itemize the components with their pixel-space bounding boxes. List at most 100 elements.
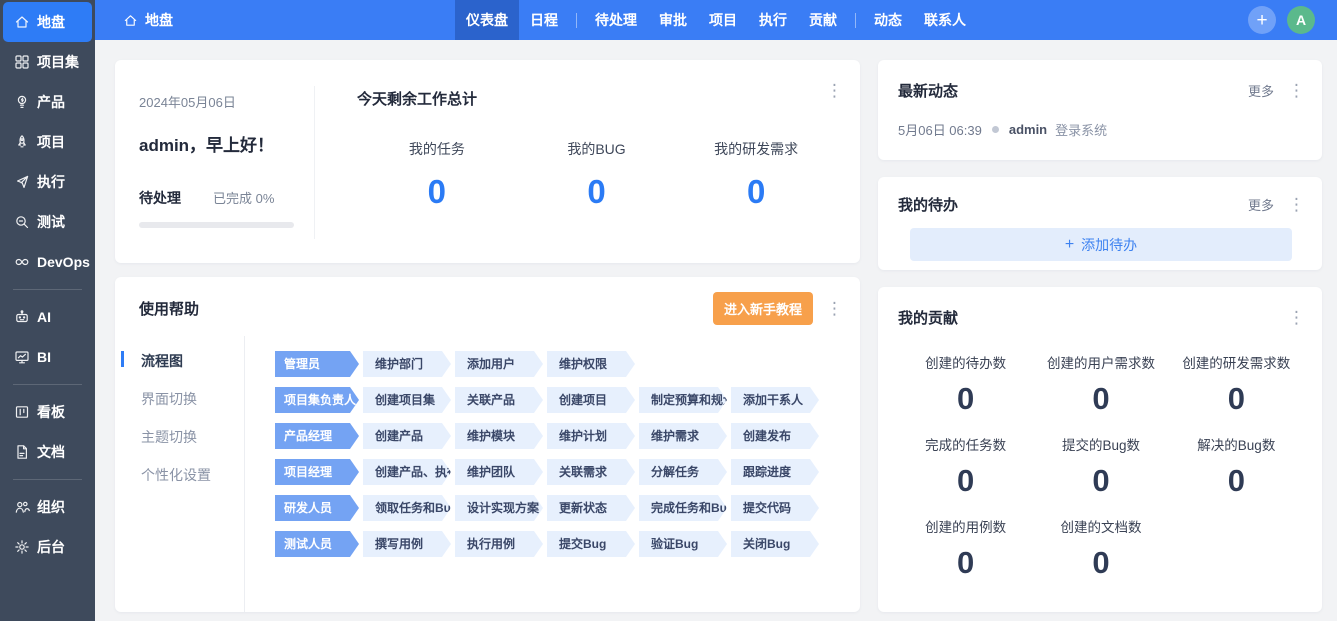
sidebar-item-label: 项目 bbox=[37, 132, 65, 152]
main-area: 地盘 仪表盘日程待处理审批项目执行贡献动态联系人 + A ⋮ 2024年05月0… bbox=[95, 0, 1337, 621]
flow-step[interactable]: 创建项目集 bbox=[363, 387, 451, 413]
sidebar-item-execution[interactable]: 执行 bbox=[3, 162, 92, 202]
contribution-metric-label: 提交的Bug数 bbox=[1033, 434, 1168, 454]
top-tab-execution[interactable]: 执行 bbox=[748, 0, 798, 40]
topbar-tabs: 仪表盘日程待处理审批项目执行贡献动态联系人 bbox=[455, 0, 977, 40]
sidebar-item-org[interactable]: 组织 bbox=[3, 487, 92, 527]
flow-step[interactable]: 验证Bug bbox=[639, 531, 727, 557]
contribution-metric: 创建的用例数0 bbox=[898, 516, 1033, 581]
contribution-metric-label: 解决的Bug数 bbox=[1169, 434, 1304, 454]
dynamics-user[interactable]: admin bbox=[1009, 122, 1047, 137]
flow-step[interactable]: 添加干系人 bbox=[731, 387, 819, 413]
flow-step[interactable]: 创建产品、执行 bbox=[363, 459, 451, 485]
sidebar-item-bi[interactable]: BI bbox=[3, 337, 92, 377]
sidebar-item-label: AI bbox=[37, 309, 51, 325]
flow-step[interactable]: 创建发布 bbox=[731, 423, 819, 449]
flow-step[interactable]: 制定预算和规划 bbox=[639, 387, 727, 413]
top-tab-review[interactable]: 审批 bbox=[648, 0, 698, 40]
help-tabs: 流程图界面切换主题切换个性化设置 bbox=[115, 336, 245, 612]
sidebar-item-admin[interactable]: 后台 bbox=[3, 527, 92, 567]
content: ⋮ 2024年05月06日 admin，早上好！ 待处理 已完成 0% bbox=[95, 40, 1337, 621]
help-tab-2[interactable]: 主题切换 bbox=[115, 418, 244, 456]
more-menu-icon[interactable]: ⋮ bbox=[826, 82, 842, 99]
flow-step[interactable]: 维护团队 bbox=[455, 459, 543, 485]
flow-step[interactable]: 关闭Bug bbox=[731, 531, 819, 557]
top-tab-contacts[interactable]: 联系人 bbox=[913, 0, 977, 40]
flow-step[interactable]: 跟踪进度 bbox=[731, 459, 819, 485]
left-column: ⋮ 2024年05月06日 admin，早上好！ 待处理 已完成 0% bbox=[115, 60, 860, 612]
flow-step[interactable]: 创建产品 bbox=[363, 423, 451, 449]
flow-step[interactable]: 提交代码 bbox=[731, 495, 819, 521]
help-tab-0[interactable]: 流程图 bbox=[115, 342, 244, 380]
completed-label: 已完成 0% bbox=[213, 188, 274, 207]
topbar-app-switcher[interactable]: 地盘 bbox=[123, 10, 173, 30]
contribution-metric-label: 创建的待办数 bbox=[898, 352, 1033, 372]
sidebar-item-devops[interactable]: DevOps bbox=[3, 242, 92, 282]
top-tab-project[interactable]: 项目 bbox=[698, 0, 748, 40]
flow-row: 产品经理创建产品维护模块维护计划维护需求创建发布 bbox=[275, 423, 860, 449]
work-metric-value[interactable]: 0 bbox=[357, 173, 517, 211]
gear-icon bbox=[14, 539, 30, 555]
work-metric-value[interactable]: 0 bbox=[676, 173, 836, 211]
flow-step[interactable]: 维护计划 bbox=[547, 423, 635, 449]
work-metric-label: 我的研发需求 bbox=[676, 139, 836, 159]
sidebar-item-home[interactable]: 地盘 bbox=[3, 2, 92, 42]
flow-step[interactable]: 维护部门 bbox=[363, 351, 451, 377]
sidebar-item-label: 地盘 bbox=[37, 12, 65, 32]
sidebar-item-label: BI bbox=[37, 349, 51, 365]
more-menu-icon[interactable]: ⋮ bbox=[1288, 82, 1304, 99]
sidebar-item-program[interactable]: 项目集 bbox=[3, 42, 92, 82]
more-link[interactable]: 更多 bbox=[1248, 195, 1274, 214]
flow-step[interactable]: 完成任务和Bug bbox=[639, 495, 727, 521]
dynamics-card-title: 最新动态 bbox=[898, 80, 958, 101]
completed-percent: 0% bbox=[256, 191, 275, 206]
flow-step[interactable]: 关联需求 bbox=[547, 459, 635, 485]
add-todo-button[interactable]: + 添加待办 bbox=[910, 228, 1292, 261]
help-tab-1[interactable]: 界面切换 bbox=[115, 380, 244, 418]
flow-step[interactable]: 提交Bug bbox=[547, 531, 635, 557]
tutorial-button[interactable]: 进入新手教程 bbox=[713, 292, 813, 325]
avatar[interactable]: A bbox=[1287, 6, 1315, 34]
contribution-metric-value: 0 bbox=[1033, 545, 1168, 581]
sidebar-item-product[interactable]: 产品 bbox=[3, 82, 92, 122]
flow-step[interactable]: 维护权限 bbox=[547, 351, 635, 377]
add-todo-label: 添加待办 bbox=[1081, 235, 1137, 255]
top-tab-dynamic[interactable]: 动态 bbox=[863, 0, 913, 40]
flow-step[interactable]: 撰写用例 bbox=[363, 531, 451, 557]
more-menu-icon[interactable]: ⋮ bbox=[1288, 196, 1304, 213]
flow-step[interactable]: 创建项目 bbox=[547, 387, 635, 413]
flow-step[interactable]: 维护模块 bbox=[455, 423, 543, 449]
sidebar-item-qa[interactable]: 测试 bbox=[3, 202, 92, 242]
sidebar-item-project[interactable]: 项目 bbox=[3, 122, 92, 162]
flow-step[interactable]: 添加用户 bbox=[455, 351, 543, 377]
flow-step[interactable]: 更新状态 bbox=[547, 495, 635, 521]
work-metric-value[interactable]: 0 bbox=[517, 173, 677, 211]
work-metric: 我的研发需求 0 bbox=[676, 139, 836, 211]
more-menu-icon[interactable]: ⋮ bbox=[1288, 309, 1304, 326]
flowchart-area: 管理员维护部门添加用户维护权限项目集负责人创建项目集关联产品创建项目制定预算和规… bbox=[245, 336, 860, 612]
flow-step[interactable]: 关联产品 bbox=[455, 387, 543, 413]
create-button[interactable]: + bbox=[1248, 6, 1276, 34]
sidebar-item-kanban[interactable]: 看板 bbox=[3, 392, 92, 432]
home-icon bbox=[14, 14, 30, 30]
sidebar-item-label: 组织 bbox=[37, 497, 65, 517]
flow-step[interactable]: 执行用例 bbox=[455, 531, 543, 557]
top-tab-dashboard[interactable]: 仪表盘 bbox=[455, 0, 519, 40]
monitor-icon bbox=[14, 349, 30, 365]
more-link[interactable]: 更多 bbox=[1248, 81, 1274, 100]
flow-step[interactable]: 维护需求 bbox=[639, 423, 727, 449]
contribution-metric: 完成的任务数0 bbox=[898, 434, 1033, 499]
top-tab-contribution[interactable]: 贡献 bbox=[798, 0, 848, 40]
right-column: 最新动态 更多 ⋮ 5月06日 06:39admin登录系统 我的待办 更多 ⋮… bbox=[878, 60, 1322, 612]
top-tab-todo[interactable]: 待处理 bbox=[584, 0, 648, 40]
help-tab-3[interactable]: 个性化设置 bbox=[115, 456, 244, 494]
sidebar-item-ai[interactable]: AI bbox=[3, 297, 92, 337]
flow-step[interactable]: 领取任务和Bug bbox=[363, 495, 451, 521]
top-tab-calendar[interactable]: 日程 bbox=[519, 0, 569, 40]
topbar-app-label: 地盘 bbox=[145, 10, 173, 30]
flow-step[interactable]: 设计实现方案 bbox=[455, 495, 543, 521]
sidebar-item-doc[interactable]: 文档 bbox=[3, 432, 92, 472]
flow-step[interactable]: 分解任务 bbox=[639, 459, 727, 485]
work-summary-title: 今天剩余工作总计 bbox=[357, 88, 836, 109]
more-menu-icon[interactable]: ⋮ bbox=[826, 300, 842, 317]
